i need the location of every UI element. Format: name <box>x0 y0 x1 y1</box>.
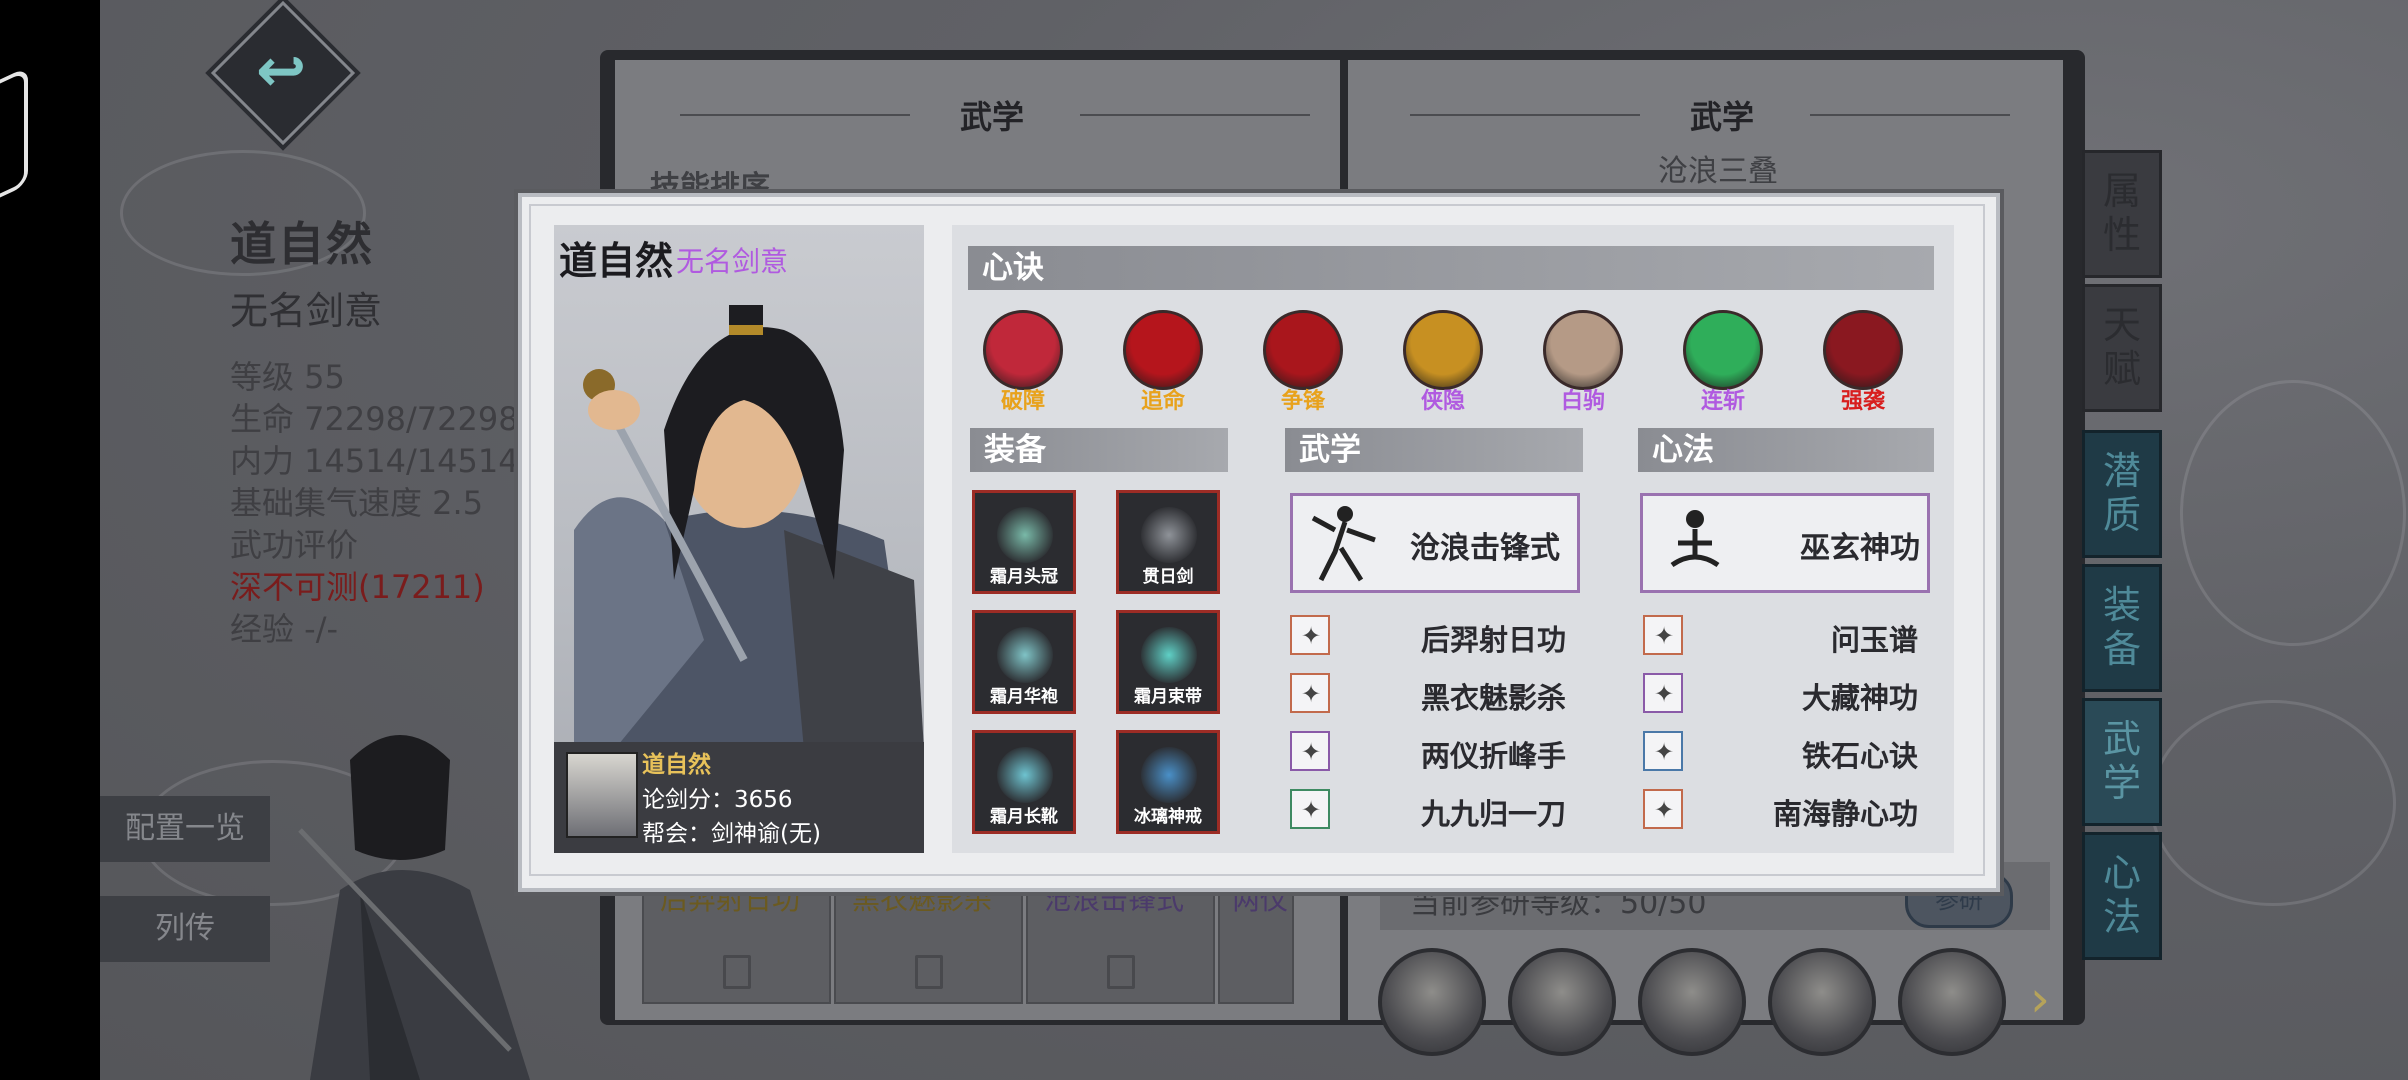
info-name: 道自然 <box>642 752 711 778</box>
boots-icon <box>997 747 1053 803</box>
tab-talent[interactable]: 天赋 <box>2082 284 2162 412</box>
wave-ornament <box>2180 380 2406 646</box>
info-score: 论剑分：3656 <box>642 787 793 813</box>
stat-exp: 经验 -/- <box>230 610 339 648</box>
equip-name: 霜月华袍 <box>990 687 1058 707</box>
stat-level: 等级 55 <box>230 358 345 396</box>
equip-name: 霜月长靴 <box>990 807 1058 827</box>
skill-list-item[interactable]: 后羿射日功 <box>1306 617 1566 659</box>
main-mind-label: 巫玄神功 <box>1800 531 1920 566</box>
equip-slot[interactable]: 冰璃神戒 <box>1116 730 1220 834</box>
right-page-header: 武学 <box>1690 98 1755 136</box>
character-name: 道自然 <box>230 217 374 271</box>
equip-slot[interactable]: 霜月长靴 <box>972 730 1076 834</box>
right-page-subtitle: 沧浪三叠 <box>1658 154 1778 189</box>
trash-icon[interactable] <box>915 955 943 989</box>
xinjue-label: 白驹 <box>1560 389 1605 414</box>
skill-list-item[interactable]: 大藏神功 <box>1658 675 1918 717</box>
crossed-blades-icon[interactable] <box>983 310 1063 390</box>
tab-mind-method[interactable]: 心法 <box>2082 832 2162 960</box>
stat-rating-label: 武功评价 <box>230 526 359 564</box>
character-title: 无名剑意 <box>230 289 383 333</box>
trash-icon[interactable] <box>1107 955 1135 989</box>
stat-mp: 内力 14514/14514 <box>230 442 519 480</box>
meditating-figure-icon <box>1670 510 1720 568</box>
biography-button[interactable]: 列传 <box>100 896 270 962</box>
equip-slot[interactable]: 霜月头冠 <box>972 490 1076 594</box>
crown-icon <box>997 507 1053 563</box>
equip-slot[interactable]: 贯日剑 <box>1116 490 1220 594</box>
ornament-line <box>1080 114 1310 116</box>
xinjue-label: 争锋 <box>1280 389 1325 414</box>
equip-name: 贯日剑 <box>1142 567 1194 587</box>
section-equip: 装备 <box>970 428 1228 472</box>
ornament-line <box>680 114 910 116</box>
config-overview-button[interactable]: 配置一览 <box>100 796 270 862</box>
combo-slash-icon[interactable] <box>1683 310 1763 390</box>
equip-name: 霜月束带 <box>1134 687 1202 707</box>
robe-icon <box>997 627 1053 683</box>
slash-icon[interactable] <box>1123 310 1203 390</box>
wave-ornament <box>2150 700 2396 906</box>
stat-hp: 生命 72298/72298 <box>230 400 519 438</box>
tab-martial-arts[interactable]: 武学 <box>2082 698 2162 826</box>
equip-slot[interactable]: 霜月华袍 <box>972 610 1076 714</box>
silhouette-icon[interactable] <box>1403 310 1483 390</box>
tab-potential[interactable]: 潜质 <box>2082 430 2162 558</box>
popup-char-title: 无名剑意 <box>676 245 789 278</box>
party-portrait[interactable] <box>1508 948 1616 1056</box>
tab-attributes[interactable]: 属性 <box>2082 150 2162 278</box>
avatar <box>566 752 638 838</box>
skill-list-item[interactable]: 铁石心诀 <box>1658 733 1918 775</box>
section-wuxue: 武学 <box>1285 428 1583 472</box>
xinjue-label: 连斩 <box>1700 389 1745 414</box>
sword-icon <box>1141 507 1197 563</box>
chevron-right-icon[interactable]: › <box>2030 970 2050 1028</box>
skill-list-item[interactable]: 九九归一刀 <box>1306 791 1566 833</box>
party-portrait[interactable] <box>1378 948 1486 1056</box>
left-page-header: 武学 <box>960 98 1025 136</box>
ornament-line <box>1810 114 2010 116</box>
back-arrow-icon: ↩ <box>256 36 307 106</box>
swordsman-icon <box>1311 506 1376 582</box>
section-xinjue: 心诀 <box>968 246 1934 290</box>
section-xinfa: 心法 <box>1638 428 1934 472</box>
stat-rating: 深不可测(17211) <box>230 568 485 606</box>
skill-list-item[interactable]: 问玉谱 <box>1658 617 1918 659</box>
skill-list-item[interactable]: 两仪折峰手 <box>1306 733 1566 775</box>
skill-list-item[interactable]: 南海静心功 <box>1658 791 1918 833</box>
popup-char-name: 道自然 <box>559 239 674 283</box>
equip-name: 冰璃神戒 <box>1134 807 1202 827</box>
xinjue-label: 侠隐 <box>1420 389 1465 414</box>
main-martial-label: 沧浪击锋式 <box>1410 531 1560 566</box>
belt-icon <box>1141 627 1197 683</box>
tab-equipment[interactable]: 装备 <box>2082 564 2162 692</box>
stat-speed: 基础集气速度 2.5 <box>230 484 484 522</box>
trash-icon[interactable] <box>723 955 751 989</box>
skill-list-item[interactable]: 黑衣魅影杀 <box>1306 675 1566 717</box>
party-portrait[interactable] <box>1638 948 1746 1056</box>
ring-icon <box>1141 747 1197 803</box>
ornament-line <box>1410 114 1640 116</box>
party-portrait[interactable] <box>1768 948 1876 1056</box>
equip-slot[interactable]: 霜月束带 <box>1116 610 1220 714</box>
info-guild: 帮会：剑神谕(无) <box>642 821 821 847</box>
party-portrait[interactable] <box>1898 948 2006 1056</box>
equip-name: 霜月头冠 <box>990 567 1058 587</box>
xinjue-label: 追命 <box>1140 389 1185 414</box>
character-portrait <box>574 305 924 750</box>
crossed-swords-icon[interactable] <box>1263 310 1343 390</box>
xinjue-label: 强袭 <box>1840 389 1885 414</box>
assault-icon[interactable] <box>1823 310 1903 390</box>
xinjue-label: 破障 <box>1000 389 1045 414</box>
horse-icon[interactable] <box>1543 310 1623 390</box>
